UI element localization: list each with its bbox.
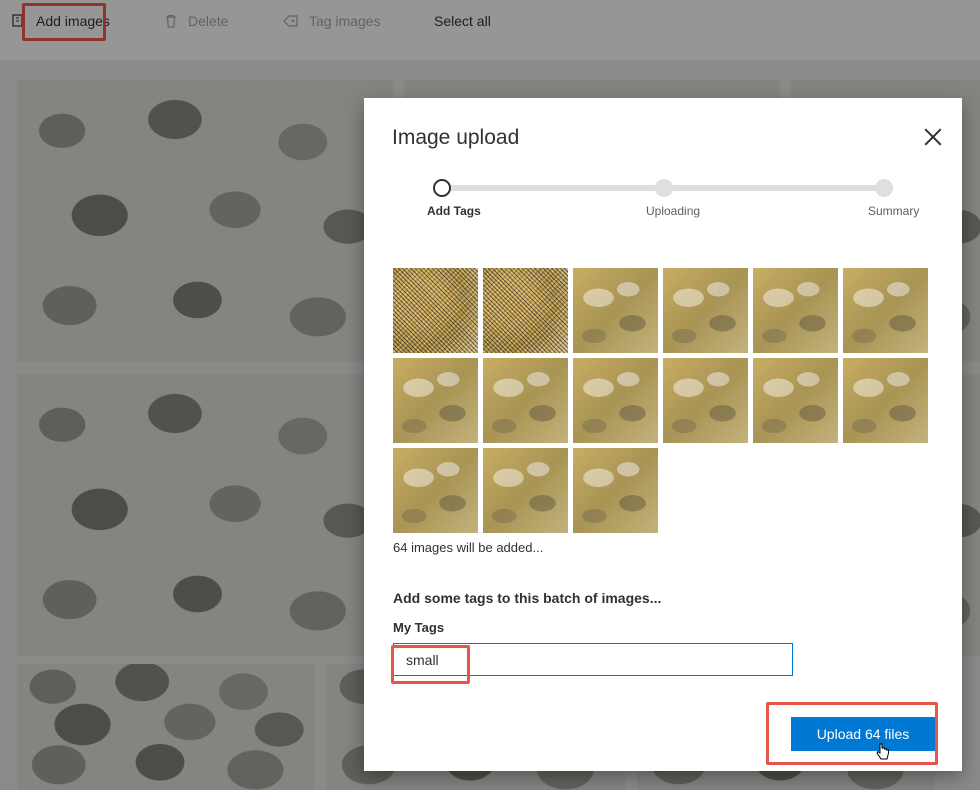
- dialog-title: Image upload: [392, 126, 520, 149]
- image-thumbnail: [573, 358, 658, 443]
- image-thumbnail: [393, 268, 478, 353]
- image-thumbnail: [393, 358, 478, 443]
- tag-input-highlight: [391, 645, 470, 684]
- image-thumbnail: [483, 268, 568, 353]
- image-thumbnail: [393, 448, 478, 533]
- upload-button-highlight: [766, 702, 938, 765]
- step-marker-summary: [875, 179, 893, 197]
- image-thumbnail: [663, 268, 748, 353]
- image-thumbnail: [843, 268, 928, 353]
- image-thumbnail: [753, 268, 838, 353]
- step-label-add-tags: Add Tags: [427, 204, 481, 218]
- image-thumbnail: [573, 448, 658, 533]
- close-icon[interactable]: [922, 126, 944, 148]
- image-thumbnail: [483, 358, 568, 443]
- step-label-uploading: Uploading: [646, 204, 701, 218]
- my-tags-label: My Tags: [393, 620, 445, 635]
- step-marker-add-tags: [433, 179, 451, 197]
- image-thumbnail: [483, 448, 568, 533]
- image-thumbnail: [843, 358, 928, 443]
- image-thumbnail: [573, 268, 658, 353]
- tags-heading: Add some tags to this batch of images...: [393, 590, 662, 606]
- image-upload-dialog: Image upload Add Tags Uploading Summary …: [364, 98, 962, 771]
- hand-pointer-icon: [876, 743, 889, 760]
- image-thumbnail: [753, 358, 838, 443]
- images-count-note: 64 images will be added...: [393, 540, 544, 555]
- step-marker-uploading: [655, 179, 673, 197]
- step-label-summary: Summary: [868, 204, 920, 218]
- image-thumbnail: [663, 358, 748, 443]
